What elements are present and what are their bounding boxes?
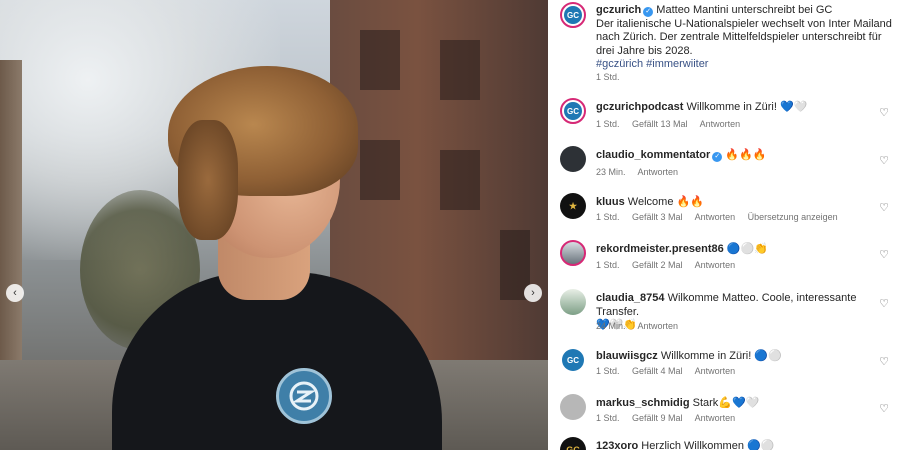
comment-item: rekordmeister.present86 🔵⚪👏 1 Std. Gefäl… — [558, 238, 898, 284]
comment-username[interactable]: blauwiisgcz — [596, 350, 658, 362]
comment-username[interactable]: claudio_kommentator — [596, 149, 710, 161]
reply-button[interactable]: Antworten — [695, 260, 736, 270]
comment-body: Herzlich Willkommen 🔵⚪ — [641, 440, 775, 450]
translate-button[interactable]: Übersetzung anzeigen — [748, 212, 838, 222]
comment-time: 24 Min. — [596, 321, 626, 331]
reply-button[interactable]: Antworten — [695, 366, 736, 376]
heart-outline-icon[interactable]: ♡ — [878, 248, 890, 261]
comment-time: 1 Std. — [596, 260, 620, 270]
comment-body: 🔥🔥🔥 — [725, 149, 767, 161]
comment-username[interactable]: gczurichpodcast — [596, 101, 683, 113]
comment-item: GC gczurichpodcast Willkomme in Züri! 💙🤍… — [558, 96, 898, 142]
avatar[interactable] — [560, 289, 586, 315]
chevron-right-icon[interactable]: › — [524, 284, 542, 302]
reply-button[interactable]: Antworten — [638, 167, 679, 177]
comment-time: 23 Min. — [596, 167, 626, 177]
comment-item: markus_schmidig Stark💪💙🤍 1 Std. Gefällt … — [558, 392, 898, 438]
gc-logo-icon: GC — [564, 102, 582, 120]
comment-username[interactable]: rekordmeister.present86 — [596, 243, 724, 255]
comment-likes[interactable]: Gefällt 9 Mal — [632, 413, 683, 423]
reply-button[interactable]: Antworten — [695, 212, 736, 222]
comment-username[interactable]: markus_schmidig — [596, 397, 690, 409]
post-headline: Matteo Mantini unterschreibt bei GC — [656, 4, 833, 16]
comment-time: 1 Std. — [596, 413, 620, 423]
comment-meta: 1 Std. Gefällt 2 Mal Antworten — [596, 260, 745, 270]
comment-item: ★ kluus Welcome 🔥🔥 1 Std. Gefällt 3 Mal … — [558, 191, 898, 237]
reply-button[interactable]: Antworten — [638, 321, 679, 331]
avatar[interactable] — [560, 146, 586, 172]
comment-likes[interactable]: Gefällt 2 Mal — [632, 260, 683, 270]
comment-text: claudio_kommentator ✓ 🔥🔥🔥 — [596, 149, 864, 163]
comment-item: GC blauwiisgcz Willkomme in Züri! 🔵⚪ 1 S… — [558, 345, 898, 391]
post-body: Der italienische U-Nationalspieler wechs… — [596, 17, 892, 57]
gc-logo-icon: GC — [564, 6, 582, 24]
comment-time: 1 Std. — [596, 119, 620, 129]
avatar[interactable] — [560, 394, 586, 420]
post-author[interactable]: gczurich — [596, 4, 641, 16]
comment-meta: 1 Std. Gefällt 13 Mal Antworten — [596, 119, 750, 129]
comment-username[interactable]: claudia_8754 — [596, 292, 665, 304]
comment-body: Willkomme in Züri! 💙🤍 — [686, 101, 808, 113]
reply-button[interactable]: Antworten — [695, 413, 736, 423]
comment-item: claudio_kommentator ✓ 🔥🔥🔥 23 Min. Antwort… — [558, 144, 898, 190]
comment-time: 1 Std. — [596, 366, 620, 376]
comment-item: GC 123xoro Herzlich Willkommen 🔵⚪ — [558, 437, 898, 450]
heart-outline-icon[interactable]: ♡ — [878, 201, 890, 214]
comment-likes[interactable]: Gefällt 4 Mal — [632, 366, 683, 376]
post-caption: GC gczurich ✓ Matteo Mantini unterschreib… — [558, 0, 898, 90]
verified-badge-icon: ✓ — [643, 7, 654, 17]
comment-body: Willkomme in Züri! 🔵⚪ — [660, 350, 782, 362]
comment-meta: 1 Std. Gefällt 9 Mal Antworten — [596, 413, 745, 423]
heart-outline-icon[interactable]: ♡ — [878, 402, 890, 415]
comment-body: Stark💪💙🤍 — [692, 397, 760, 409]
comment-body: Welcome 🔥🔥 — [627, 196, 704, 208]
post-hashtags[interactable]: #gczürich #immerwiiter — [596, 58, 708, 70]
comment-text: rekordmeister.present86 🔵⚪👏 — [596, 243, 864, 257]
heart-outline-icon[interactable]: ♡ — [878, 355, 890, 368]
comment-time: 1 Std. — [596, 212, 620, 222]
chevron-left-icon[interactable]: ‹ — [6, 284, 24, 302]
building-left — [0, 60, 22, 360]
avatar[interactable]: GC — [560, 347, 586, 373]
verified-badge-icon: ✓ — [712, 152, 723, 162]
avatar[interactable] — [560, 240, 586, 266]
comment-text: markus_schmidig Stark💪💙🤍 — [596, 397, 864, 411]
comment-username[interactable]: kluus — [596, 196, 625, 208]
gc-shirt-logo — [276, 368, 332, 424]
heart-outline-icon[interactable]: ♡ — [878, 297, 890, 310]
avatar[interactable]: ★ — [560, 193, 586, 219]
gc-logo-icon: GC — [562, 349, 584, 371]
comment-likes[interactable]: Gefällt 3 Mal — [632, 212, 683, 222]
comment-text: kluus Welcome 🔥🔥 — [596, 196, 864, 210]
caption-text: gczurich ✓ Matteo Mantini unterschreibt b… — [596, 4, 896, 72]
comment-text: gczurichpodcast Willkomme in Züri! 💙🤍 — [596, 101, 864, 115]
avatar[interactable]: GC — [560, 2, 586, 28]
comment-meta: 1 Std. Gefällt 4 Mal Antworten — [596, 366, 745, 376]
heart-outline-icon[interactable]: ♡ — [878, 154, 890, 167]
comment-username[interactable]: 123xoro — [596, 440, 638, 450]
comment-meta: 1 Std. Gefällt 3 Mal Antworten Übersetzu… — [596, 212, 848, 222]
avatar[interactable]: GC — [560, 437, 586, 450]
comment-meta: 23 Min. Antworten — [596, 167, 688, 177]
avatar[interactable]: GC — [560, 98, 586, 124]
comment-likes[interactable]: Gefällt 13 Mal — [632, 119, 688, 129]
comment-item: claudia_8754 Wilkomme Matteo. Coole, int… — [558, 287, 898, 335]
heart-outline-icon[interactable]: ♡ — [878, 106, 890, 119]
comment-meta: 24 Min. Antworten — [596, 321, 688, 331]
person-hair-side — [178, 120, 238, 240]
comment-text: blauwiisgcz Willkomme in Züri! 🔵⚪ — [596, 350, 864, 364]
comment-body: 🔵⚪👏 — [726, 243, 768, 255]
comments-panel: GC gczurich ✓ Matteo Mantini unterschreib… — [548, 0, 900, 450]
post-photo: ‹ › — [0, 0, 548, 450]
post-time: 1 Std. — [596, 72, 620, 82]
comment-text: 123xoro Herzlich Willkommen 🔵⚪ — [596, 440, 864, 450]
reply-button[interactable]: Antworten — [700, 119, 741, 129]
